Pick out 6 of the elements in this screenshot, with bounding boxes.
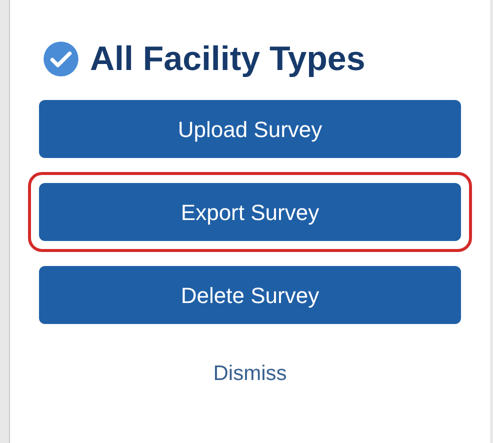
dialog-title: All Facility Types	[90, 42, 366, 76]
action-button[interactable]: Export Survey	[39, 183, 461, 241]
check-circle-icon	[42, 40, 80, 78]
dismiss-link[interactable]: Dismiss	[213, 358, 287, 390]
action-button[interactable]: Delete Survey	[39, 266, 461, 324]
action-button[interactable]: Upload Survey	[39, 100, 461, 158]
